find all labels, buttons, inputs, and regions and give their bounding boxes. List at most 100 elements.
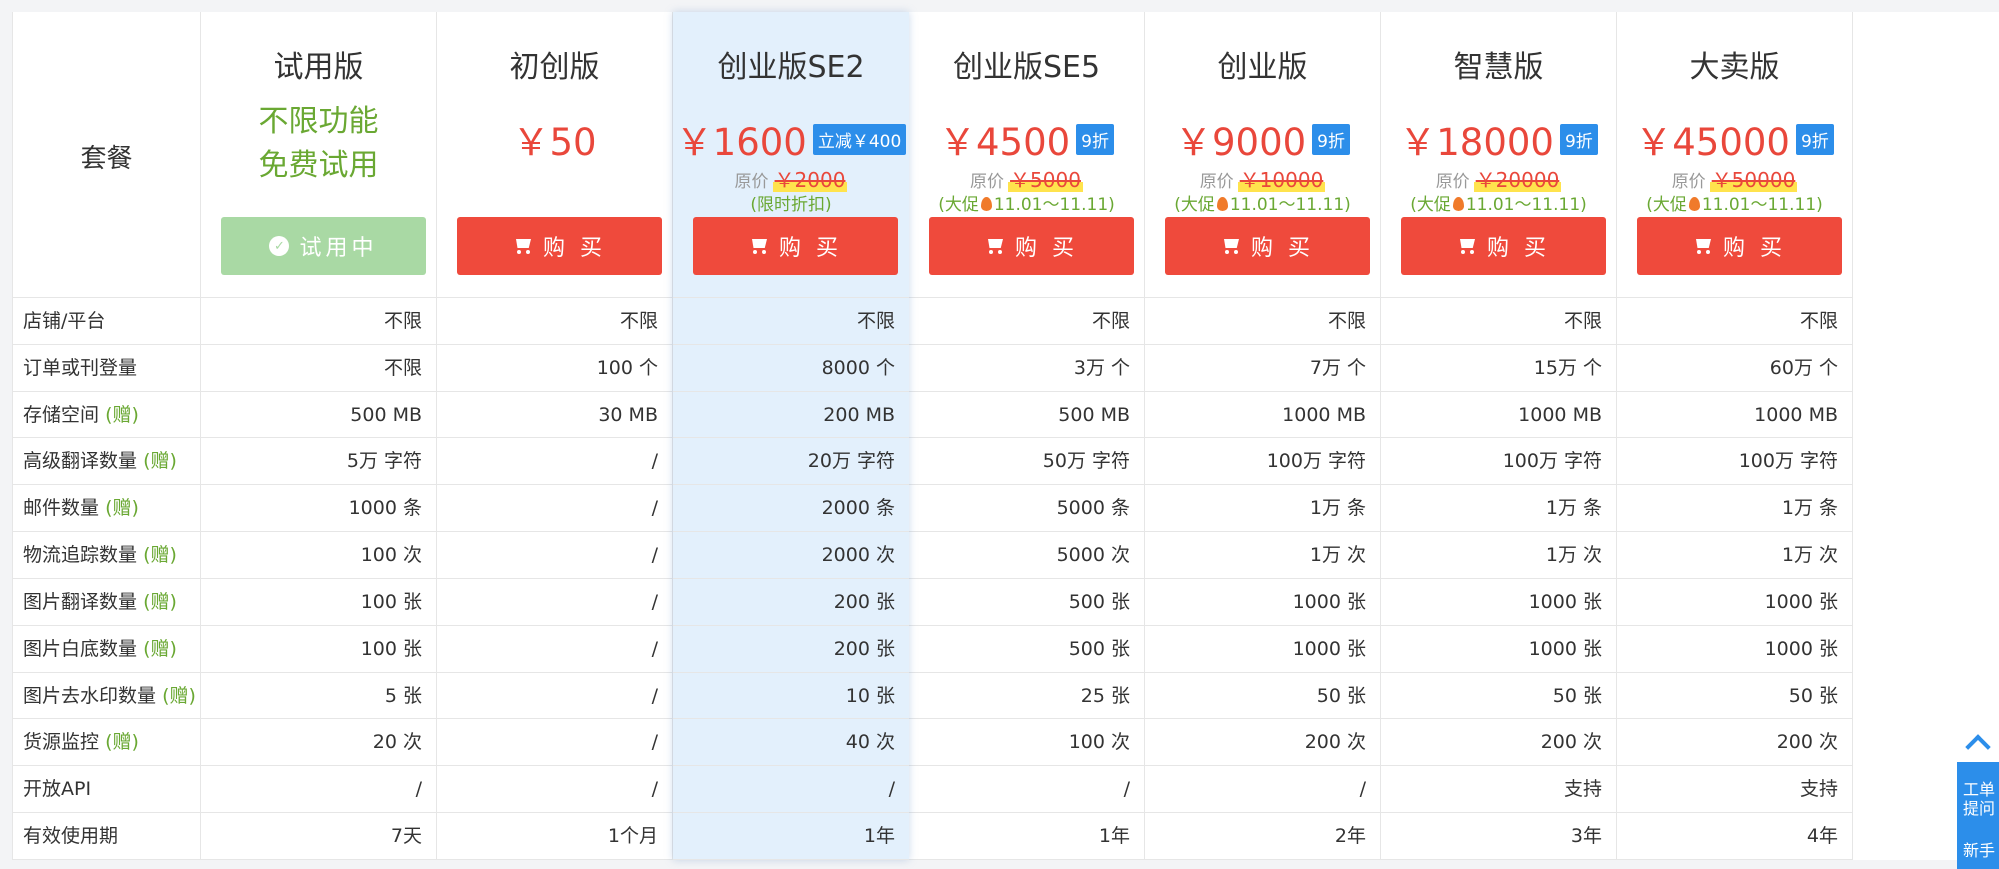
plan-column-starter: 初创版 ￥50 购 买不限 100 个 30 MB / / / / / / //1个月 bbox=[437, 12, 673, 860]
plan-value: 1000 张 bbox=[1381, 625, 1617, 673]
plan-value: 1万 次 bbox=[1381, 532, 1617, 579]
row-label: 开放API bbox=[13, 766, 201, 814]
row-label: 高级翻译数量 (赠) bbox=[13, 438, 201, 486]
buy-button-se5[interactable]: 购 买 bbox=[929, 217, 1134, 275]
row-label-text: 货源监控 bbox=[23, 731, 100, 754]
promo-period: 11.01～11.11) bbox=[1701, 195, 1823, 215]
row-label: 店铺/平台 bbox=[13, 298, 201, 345]
promo-text: (限时折扣) bbox=[750, 195, 832, 215]
plan-value: 3万 个 bbox=[909, 344, 1145, 392]
row-label-text: 有效使用期 bbox=[23, 825, 119, 848]
side-item-newbie[interactable]: 新手 bbox=[1963, 841, 1999, 860]
flame-icon bbox=[1688, 197, 1700, 211]
plan-value: 1万 次 bbox=[1145, 532, 1381, 579]
plan-value: 2年 bbox=[1145, 813, 1381, 860]
price-row: ￥1600 立减￥400 bbox=[673, 112, 909, 166]
plan-value: 不限 bbox=[1381, 298, 1617, 345]
plan-value: 不限 bbox=[673, 298, 909, 345]
buy-button-se2[interactable]: 购 买 bbox=[693, 217, 898, 275]
row-label-text: 高级翻译数量 bbox=[23, 450, 138, 473]
plan-value: 60万 个 bbox=[1617, 344, 1853, 392]
row-label-text: 存储空间 bbox=[23, 403, 100, 426]
plan-value: 10 张 bbox=[673, 673, 909, 720]
plan-value: 500 张 bbox=[909, 578, 1145, 626]
scroll-top-button[interactable] bbox=[1957, 722, 1999, 762]
row-label: 图片白底数量 (赠) bbox=[13, 625, 201, 673]
price-row: ￥4500 9折 bbox=[909, 112, 1144, 166]
cart-icon bbox=[513, 238, 533, 254]
row-label: 货源监控 (赠) bbox=[13, 719, 201, 767]
side-menu[interactable]: 工单 提问 新手 bbox=[1957, 762, 1999, 869]
plan-header: 大卖版 ￥45000 9折 原价 ￥50000 (大促 11.01～11.11) 购 买 bbox=[1617, 12, 1853, 298]
gift-tag: (赠) bbox=[143, 590, 177, 613]
gift-tag: (赠) bbox=[105, 731, 139, 754]
buy-button-enterprise[interactable]: 购 买 bbox=[1637, 217, 1842, 275]
row-label-text: 店铺/平台 bbox=[23, 310, 106, 332]
promo-text: (大促 11.01～11.11) bbox=[1617, 190, 1852, 215]
plan-value: 500 张 bbox=[909, 625, 1145, 673]
price-row: ￥18000 9折 bbox=[1381, 112, 1616, 166]
buy-button-smart[interactable]: 购 买 bbox=[1401, 217, 1606, 275]
plan-value: 不限 bbox=[201, 344, 437, 392]
row-label-text: 订单或刊登量 bbox=[23, 356, 138, 379]
cart-icon bbox=[749, 238, 769, 254]
plan-value: 1个月 bbox=[437, 813, 673, 860]
plan-value: 200 次 bbox=[1381, 719, 1617, 767]
label-column: 套餐 店铺/平台 订单或刊登量 存储空间 (赠) 高级翻译数量 (赠) 邮件数量 (赠)… bbox=[13, 12, 201, 860]
plan-value: 1000 张 bbox=[1145, 625, 1381, 673]
cart-icon bbox=[1693, 238, 1713, 254]
trial-status-button[interactable]: ✓ 试用中 bbox=[221, 217, 426, 275]
plan-column-smart: 智慧版 ￥18000 9折 原价 ￥20000 (大促 11.01～11.11) 购 买不限 1… bbox=[1381, 12, 1617, 860]
price: ￥45000 bbox=[1635, 121, 1790, 164]
plan-value: 7天 bbox=[201, 813, 437, 860]
plan-value: 500 MB bbox=[201, 391, 437, 439]
plan-value: 200 张 bbox=[673, 626, 909, 673]
price-row: ￥45000 9折 bbox=[1617, 112, 1852, 166]
row-label-text: 图片去水印数量 bbox=[23, 684, 157, 707]
gift-tag: (赠) bbox=[143, 544, 177, 567]
plan-value: 40 次 bbox=[673, 719, 909, 767]
gift-tag: (赠) bbox=[162, 684, 196, 707]
buy-button-business[interactable]: 购 买 bbox=[1165, 217, 1370, 275]
plan-header: 创业版 ￥9000 9折 原价 ￥10000 (大促 11.01～11.11) 购 买 bbox=[1145, 12, 1381, 298]
plan-value: 不限 bbox=[909, 298, 1145, 345]
discount-badge: 9折 bbox=[1312, 123, 1350, 155]
original-price-row: 原价 ￥20000 bbox=[1381, 164, 1616, 193]
plan-value: 100万 字符 bbox=[1617, 438, 1853, 486]
plan-value: 5 张 bbox=[201, 672, 437, 720]
plan-value: / bbox=[437, 578, 673, 626]
plan-value: 20 次 bbox=[201, 719, 437, 767]
flame-icon bbox=[1452, 197, 1464, 211]
button-label: 购 买 bbox=[1487, 236, 1550, 261]
promo-period: 11.01～11.11) bbox=[1465, 195, 1587, 215]
discount-badge: 9折 bbox=[1559, 123, 1598, 155]
price: ￥50 bbox=[512, 121, 597, 164]
row-label: 图片去水印数量 (赠) bbox=[13, 672, 201, 720]
plan-value: 1000 MB bbox=[1145, 391, 1381, 439]
side-item-ticket[interactable]: 工单 bbox=[1963, 780, 1999, 799]
plan-header: 初创版 ￥50 购 买 bbox=[437, 12, 673, 298]
button-label: 购 买 bbox=[1723, 236, 1786, 261]
price: ￥18000 bbox=[1399, 121, 1554, 164]
promo-text: (大促 11.01～11.11) bbox=[1145, 190, 1380, 215]
price: ￥4500 bbox=[939, 121, 1071, 164]
original-price-row: 原价 ￥10000 bbox=[1145, 164, 1380, 193]
check-circle-icon: ✓ bbox=[269, 236, 290, 256]
row-label: 物流追踪数量 (赠) bbox=[13, 532, 201, 579]
plan-value: 5000 次 bbox=[909, 532, 1145, 579]
plan-value: / bbox=[437, 485, 673, 533]
plan-value: 20万 字符 bbox=[673, 438, 909, 486]
plan-value: 100 次 bbox=[201, 532, 437, 579]
original-price-row: 原价 ￥5000 bbox=[909, 164, 1144, 193]
plan-header: 创业版SE2 ￥1600 立减￥400 原价 ￥2000 (限时折扣) 购 买 bbox=[673, 12, 909, 298]
plan-value: 1万 条 bbox=[1145, 485, 1381, 533]
plan-header: 试用版 不限功能 免费试用 ✓ 试用中 bbox=[201, 12, 437, 298]
plan-value: 200 次 bbox=[1617, 719, 1853, 767]
promo-prefix: (大促 bbox=[1410, 195, 1451, 215]
side-item-ask[interactable]: 提问 bbox=[1963, 799, 1999, 818]
chevron-up-icon bbox=[1965, 734, 1991, 760]
original-price-label: 原价 bbox=[970, 172, 1005, 192]
plan-value: 1000 MB bbox=[1381, 391, 1617, 439]
buy-button-starter[interactable]: 购 买 bbox=[457, 217, 662, 275]
plan-value: 50万 字符 bbox=[909, 438, 1145, 486]
